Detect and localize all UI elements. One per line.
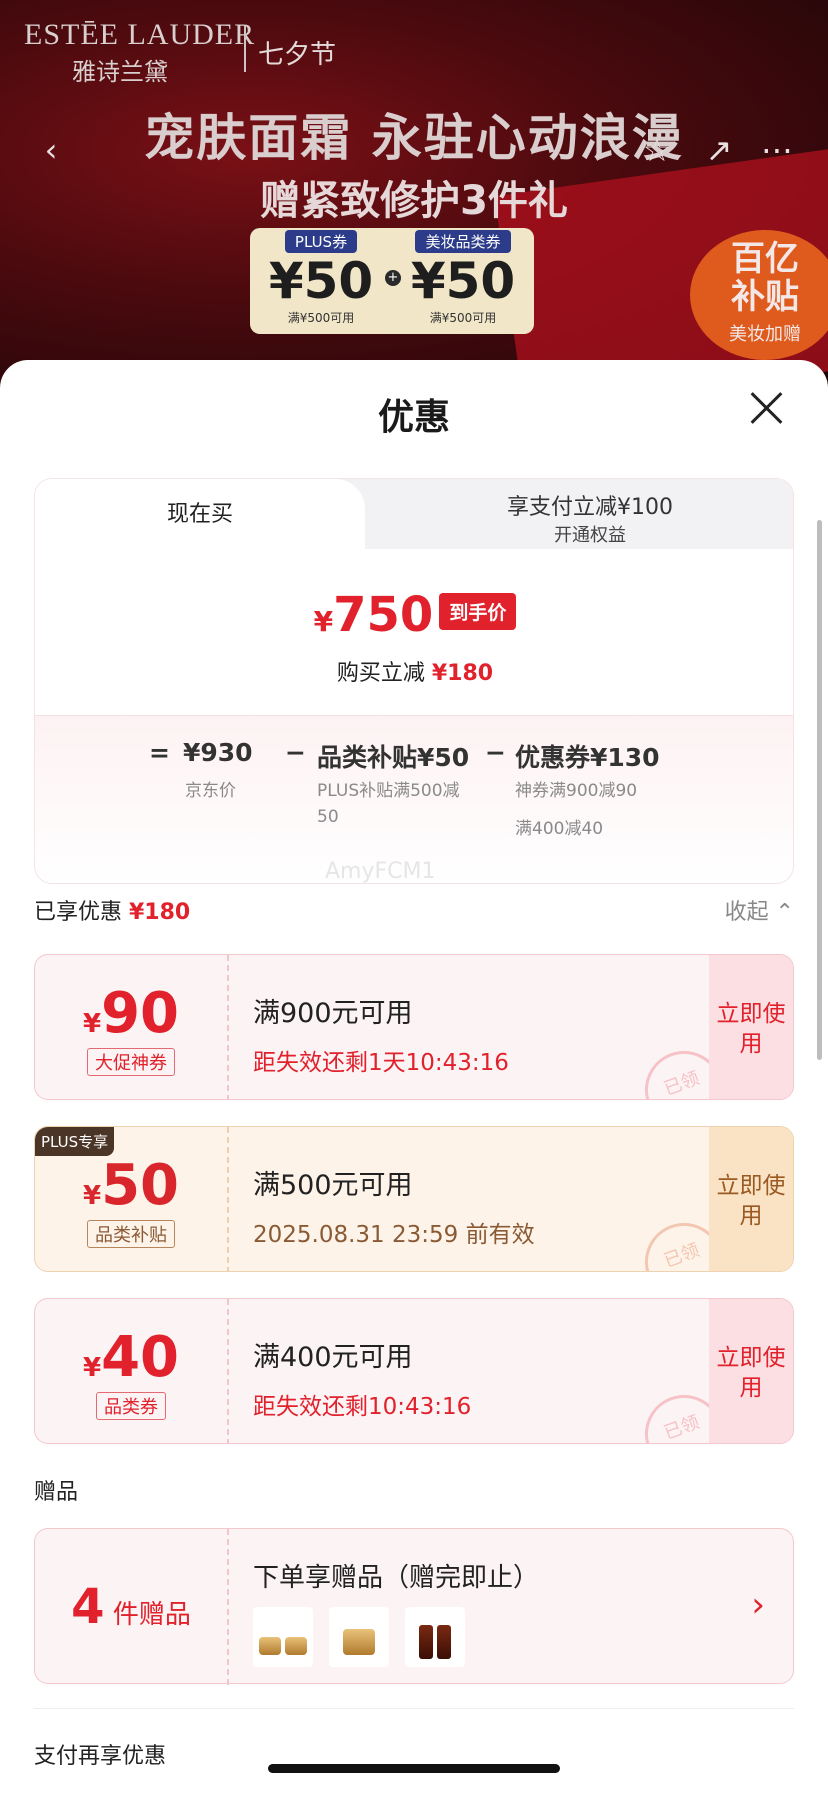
category-subsidy: 品类补贴¥50	[317, 743, 470, 772]
coupon-expiry: 距失效还剩1天10:43:16	[253, 1050, 509, 1076]
scrollbar[interactable]	[817, 520, 822, 1060]
banner-coupon-amount: ¥50	[410, 252, 516, 310]
coupon-divider	[227, 1299, 229, 1443]
coupon-divider	[227, 1127, 229, 1271]
collapse-button[interactable]: 收起 ⌃	[725, 894, 794, 926]
coupon-card: ¥50 品类补贴 PLUS专享 满500元可用 2025.08.31 23:59…	[34, 1126, 794, 1272]
tab-pay-sub: 开通权益	[554, 525, 626, 546]
share-icon[interactable]: ↗	[690, 130, 748, 170]
subsidy-badge: 百亿 补贴 美妆加赠	[690, 230, 828, 360]
chevron-right-icon[interactable]: ›	[751, 1585, 765, 1625]
banner-coupon-plus: PLUS券 ¥50 满¥500可用	[256, 228, 386, 334]
category-subsidy-detail: PLUS补贴满500减50	[317, 781, 460, 827]
product-banner: ESTĒE LAUDER 雅诗兰黛 七夕节 宠肤面霜 永驻心动浪漫 赠紧致修护3…	[0, 0, 828, 380]
subsidy-line: 百亿	[731, 239, 799, 279]
reduction-label: 购买立减	[336, 661, 432, 686]
gift-section-title: 赠品	[34, 1480, 79, 1505]
gift-card[interactable]: 4 件赠品 下单享赠品（赠完即止） ›	[34, 1528, 794, 1685]
star-icon[interactable]: ☆	[628, 130, 686, 170]
coupon-type-tag: 品类补贴	[87, 1220, 175, 1248]
home-indicator	[268, 1764, 560, 1773]
reduction-value: ¥180	[431, 661, 494, 686]
use-now-button[interactable]: 立即使用	[709, 955, 793, 1099]
gift-count-number: 4	[71, 1579, 105, 1635]
coupon-amount: 50	[101, 1153, 180, 1218]
watermark: AmyFCM1	[325, 859, 436, 884]
banner-coupon-card: PLUS券 ¥50 满¥500可用 + 美妆品类券 ¥50 满¥500可用	[250, 228, 534, 334]
currency-symbol: ¥	[82, 1181, 102, 1211]
banner-coupon-cond: 满¥500可用	[429, 311, 497, 325]
use-now-button[interactable]: 立即使用	[709, 1127, 793, 1271]
coupon-amount: 90	[101, 981, 180, 1046]
banner-coupon-beauty: 美妆品类券 ¥50 满¥500可用	[398, 228, 528, 334]
subsidy-line: 补贴	[731, 277, 799, 317]
coupon-detail: 满400减40	[515, 819, 604, 839]
coupon-card: ¥40 品类券 满400元可用 距失效还剩10:43:16 已领 立即使用	[34, 1298, 794, 1444]
coupon-value: ¥90 大促神券	[35, 955, 227, 1099]
coupon-condition: 满400元可用	[253, 1342, 413, 1373]
enjoyed-discount-header: 已享优惠 ¥180	[34, 894, 190, 926]
brand-divider	[244, 26, 246, 72]
coupon-divider	[227, 955, 229, 1099]
gift-image	[405, 1607, 465, 1667]
base-price-label: 京东价	[185, 781, 236, 801]
sheet-title: 优惠	[377, 397, 450, 438]
subsidy-line: 美妆加赠	[729, 324, 801, 345]
gift-count-unit: 件赠品	[104, 1600, 191, 1630]
divider	[34, 1708, 794, 1709]
pay-discount-section-title: 支付再享优惠	[34, 1744, 167, 1769]
minus-sign: −	[285, 738, 306, 767]
discount-sheet: 优惠 现在买 享支付立减¥100 开通权益 ¥750 到手价 购买立减 ¥180 …	[0, 360, 828, 1796]
final-price-value: 750	[333, 587, 434, 643]
banner-coupon-tag: 美妆品类券	[415, 230, 511, 253]
coupon-amount: 40	[101, 1325, 180, 1390]
coupon-expiry: 距失效还剩10:43:16	[253, 1394, 472, 1420]
coupon-value: ¥40 品类券	[35, 1299, 227, 1443]
banner-subtitle: 赠紧致修护3件礼	[260, 178, 568, 224]
coupon-total: 优惠券¥130	[515, 743, 660, 772]
final-price: ¥750 到手价	[35, 587, 793, 643]
event-logo: 七夕节	[258, 40, 337, 70]
final-price-badge: 到手价	[439, 593, 517, 630]
close-icon[interactable]	[748, 390, 784, 426]
minus-sign: −	[485, 738, 506, 767]
currency-symbol: ¥	[82, 1353, 102, 1383]
gift-title: 下单享赠品（赠完即止）	[253, 1563, 540, 1593]
coupon-card: ¥90 大促神券 满900元可用 距失效还剩1天10:43:16 已领 立即使用	[34, 954, 794, 1100]
gift-divider	[227, 1529, 229, 1685]
coupon-expiry: 2025.08.31 23:59 前有效	[253, 1222, 535, 1248]
enjoyed-value: ¥180	[129, 900, 191, 925]
currency-symbol: ¥	[82, 1009, 102, 1039]
banner-coupon-amount: ¥50	[268, 252, 374, 310]
coupon-condition: 满500元可用	[253, 1170, 413, 1201]
more-icon[interactable]: ⋯	[748, 130, 806, 170]
purchase-reduction: 购买立减 ¥180	[35, 655, 793, 687]
price-summary: 现在买 享支付立减¥100 开通权益 ¥750 到手价 购买立减 ¥180 = ¥…	[34, 478, 794, 884]
banner-coupon-cond: 满¥500可用	[287, 311, 355, 325]
equals-sign: =	[149, 738, 170, 767]
coupon-detail: 神券满900减90	[515, 781, 638, 801]
enjoyed-label: 已享优惠	[34, 900, 129, 925]
coupon-type-tag: 品类券	[96, 1392, 166, 1420]
coupon-condition: 满900元可用	[253, 998, 413, 1029]
banner-coupon-tag: PLUS券	[284, 230, 358, 253]
tab-pay-discount[interactable]: 享支付立减¥100 开通权益	[385, 489, 793, 547]
brand-name-cn: 雅诗兰黛	[72, 58, 168, 86]
plus-exclusive-badge: PLUS专享	[35, 1127, 115, 1156]
base-price: ¥930	[183, 738, 253, 767]
gift-count: 4 件赠品	[35, 1529, 227, 1685]
currency-symbol: ¥	[313, 605, 334, 638]
brand-logo: ESTĒE LAUDER	[24, 18, 256, 51]
gift-image	[253, 1607, 313, 1667]
tab-pay-label: 享支付立减¥100	[507, 495, 673, 520]
chevron-left-icon[interactable]: ‹	[22, 130, 80, 170]
coupon-type-tag: 大促神券	[87, 1048, 175, 1076]
gift-image	[329, 1607, 389, 1667]
tab-buy-now[interactable]: 现在买	[35, 479, 365, 551]
tab-bar: 现在买 享支付立减¥100 开通权益	[35, 479, 793, 551]
use-now-button[interactable]: 立即使用	[709, 1299, 793, 1443]
